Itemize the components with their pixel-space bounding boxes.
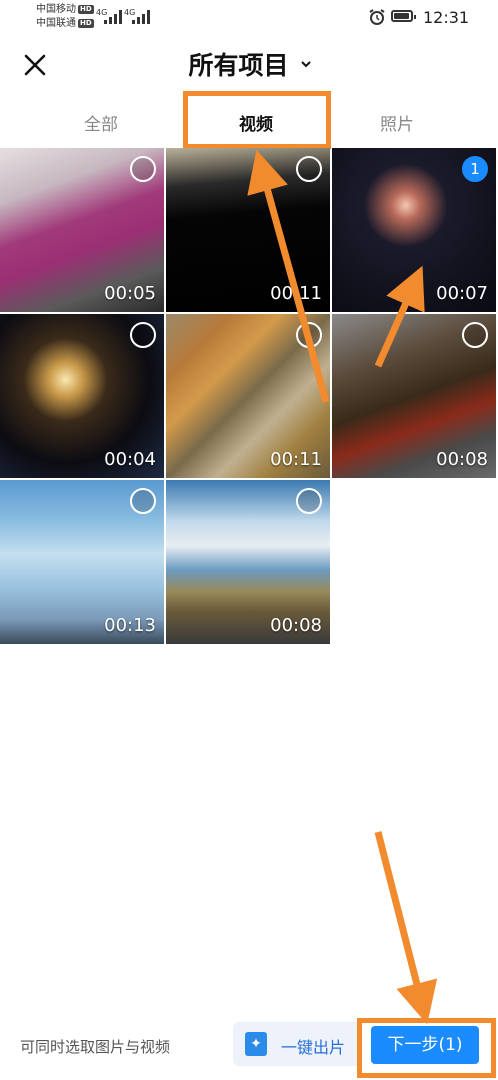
media-tile[interactable]: 00:05 (0, 148, 164, 312)
one-click-label: 一键出片 (281, 1038, 346, 1057)
chevron-down-icon (300, 61, 311, 68)
video-duration: 00:11 (270, 283, 322, 304)
status-bar: 中国移动 HD 中国联通 HD 4G 4G 12:31 (0, 0, 498, 34)
video-duration: 00:07 (436, 283, 488, 304)
one-click-button[interactable]: ✦ 一键出片 (233, 1022, 361, 1066)
annotation-arrow-to-next (374, 831, 438, 1025)
clock: 12:31 (423, 8, 470, 27)
sparkle-icon: ✦ (245, 1032, 267, 1056)
video-duration: 00:08 (436, 449, 488, 470)
battery-icon (391, 10, 416, 22)
tab-annotation-box (183, 91, 331, 149)
media-tile[interactable]: 00:11 (166, 314, 330, 478)
selection-hint: 可同时选取图片与视频 (20, 1038, 171, 1056)
media-tile[interactable]: 00:11 (166, 148, 330, 312)
media-tile[interactable]: 1 00:07 (332, 148, 496, 312)
tab-all[interactable]: 全部 (18, 110, 184, 135)
tab-photos[interactable]: 照片 (314, 110, 480, 135)
alarm-icon (369, 9, 385, 25)
video-duration: 00:05 (104, 283, 156, 304)
select-circle-icon[interactable] (130, 488, 156, 514)
select-circle-icon[interactable] (296, 322, 322, 348)
select-circle-icon[interactable] (462, 322, 488, 348)
signal-bars-1-icon (104, 10, 126, 24)
video-duration: 00:13 (104, 615, 156, 636)
video-duration: 00:04 (104, 449, 156, 470)
media-tile[interactable]: 00:08 (166, 480, 330, 644)
select-circle-icon[interactable] (130, 322, 156, 348)
select-circle-icon[interactable] (296, 156, 322, 182)
media-tile[interactable]: 00:08 (332, 314, 496, 478)
signal-bars-2-icon (132, 10, 154, 24)
next-annotation-box (357, 1018, 496, 1078)
carrier-2: 中国联通 HD (36, 18, 94, 29)
page-title: 所有项目 (188, 51, 289, 80)
select-circle-icon[interactable] (296, 488, 322, 514)
video-duration: 00:08 (270, 615, 322, 636)
select-circle-icon[interactable] (130, 156, 156, 182)
media-tile[interactable]: 00:04 (0, 314, 164, 478)
close-icon[interactable] (22, 52, 48, 78)
media-tile[interactable]: 00:13 (0, 480, 164, 644)
album-selector[interactable]: 所有项目 (150, 46, 350, 86)
carrier-1: 中国移动 HD (36, 4, 94, 15)
video-duration: 00:11 (270, 449, 322, 470)
selected-badge[interactable]: 1 (462, 156, 488, 182)
